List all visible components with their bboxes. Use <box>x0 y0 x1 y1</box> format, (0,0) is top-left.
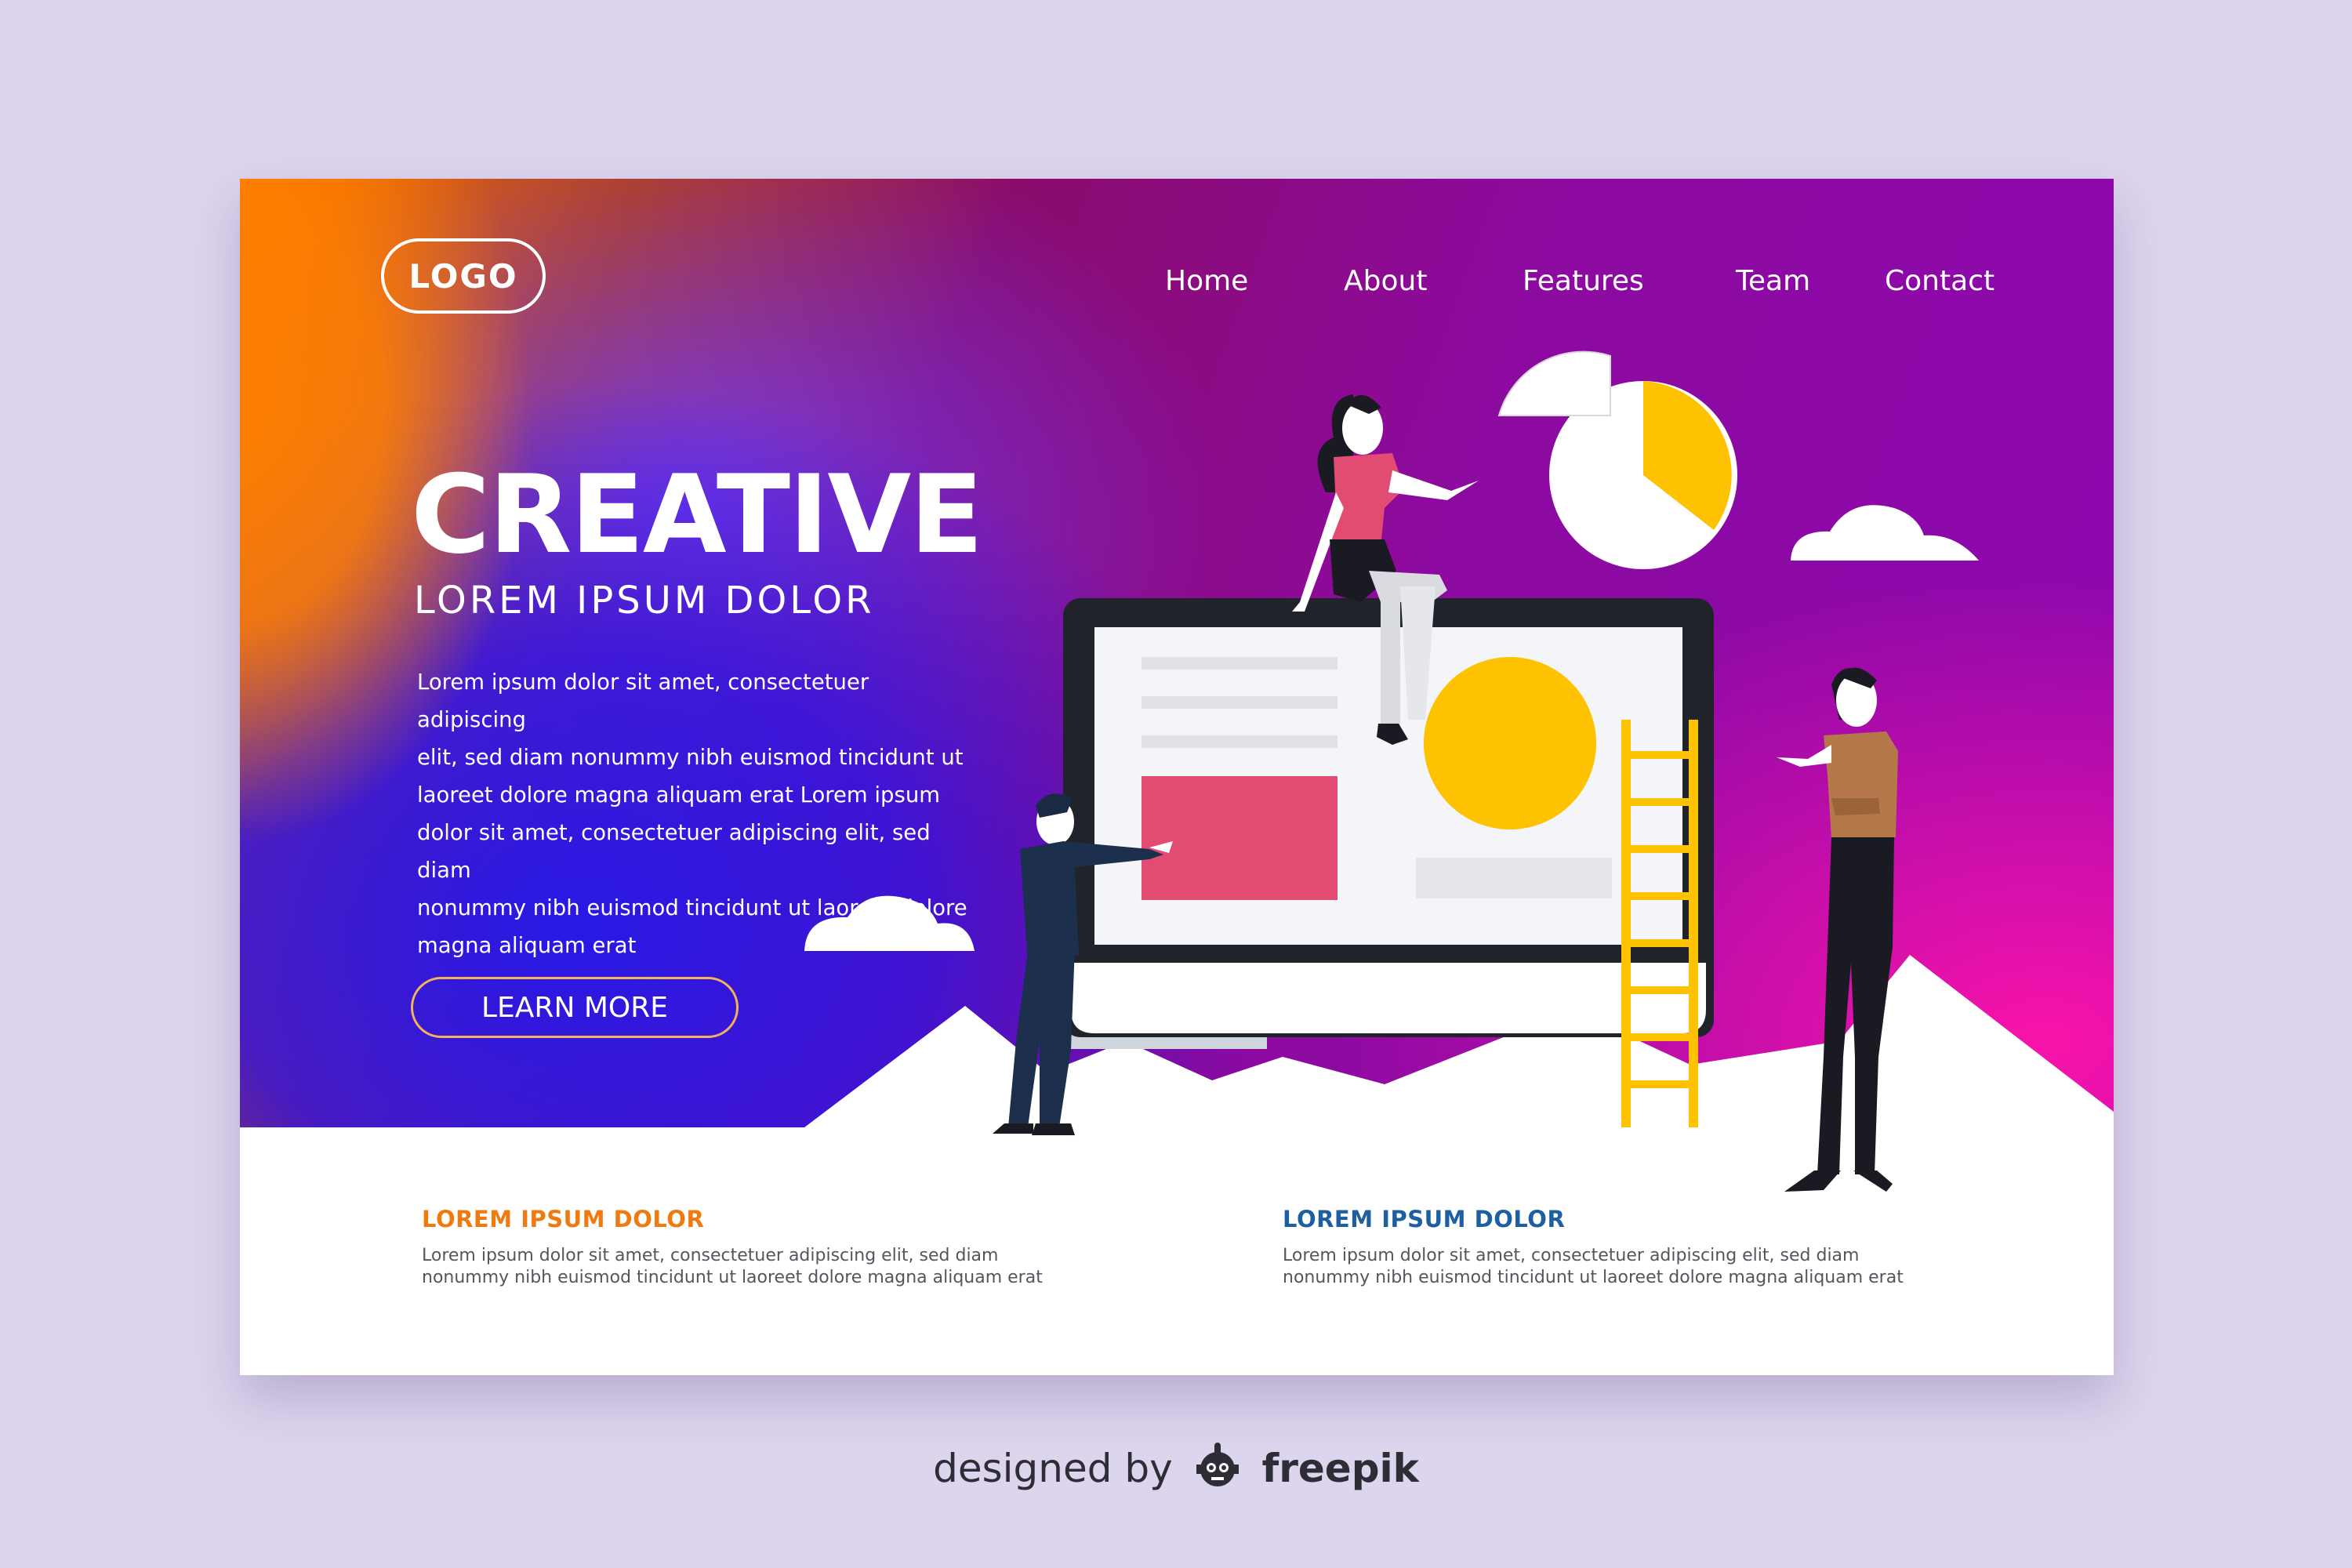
learn-more-button[interactable]: LEARN MORE <box>411 977 739 1038</box>
hero-body-line: elit, sed diam nonummy nibh euismod tinc… <box>417 745 964 770</box>
feature-title-right: LOREM IPSUM DOLOR <box>1283 1206 1566 1232</box>
pie-chart-icon <box>1497 350 1737 569</box>
hero-subtitle: LOREM IPSUM DOLOR <box>414 579 875 622</box>
credit-brand: freepik <box>1261 1446 1419 1491</box>
hero-body-line: dolor sit amet, consectetuer adipiscing … <box>417 820 931 883</box>
hero-body-line: Lorem ipsum dolor sit amet, consectetuer… <box>417 670 869 732</box>
credit-prefix: designed by <box>933 1446 1173 1491</box>
freepik-credit: designed by freepik <box>0 1443 2352 1491</box>
nav-contact[interactable]: Contact <box>1885 265 1994 297</box>
feature-text-line: nonummy nibh euismod tincidunt ut laoree… <box>1283 1268 1904 1287</box>
nav-team[interactable]: Team <box>1736 265 1810 297</box>
feature-text-right: Lorem ipsum dolor sit amet, consectetuer… <box>1283 1245 1957 1289</box>
top-nav: Home About Features Team Contact <box>240 265 2114 320</box>
feature-text-line: nonummy nibh euismod tincidunt ut laoree… <box>422 1268 1043 1287</box>
feature-title-left: LOREM IPSUM DOLOR <box>422 1206 705 1232</box>
nav-about[interactable]: About <box>1344 265 1427 297</box>
feature-text-line: Lorem ipsum dolor sit amet, consectetuer… <box>422 1246 999 1265</box>
hero-body-line: nonummy nibh euismod tincidunt ut laoree… <box>417 895 967 920</box>
hero-title: CREATIVE <box>411 452 983 578</box>
landing-page-card: LOGO Home About Features Team Contact CR… <box>240 179 2114 1375</box>
hero-body-text: Lorem ipsum dolor sit amet, consectetuer… <box>417 663 982 964</box>
feature-text-line: Lorem ipsum dolor sit amet, consectetuer… <box>1283 1246 1860 1265</box>
cloud-right <box>1791 505 1979 561</box>
feature-text-left: Lorem ipsum dolor sit amet, consectetuer… <box>422 1245 1096 1289</box>
hero-body-line: magna aliquam erat <box>417 933 637 958</box>
hero-body-line: laoreet dolore magna aliquam erat Lorem … <box>417 782 941 808</box>
nav-features[interactable]: Features <box>1523 265 1644 297</box>
freepik-robot-icon <box>1196 1443 1239 1486</box>
nav-home[interactable]: Home <box>1165 265 1248 297</box>
